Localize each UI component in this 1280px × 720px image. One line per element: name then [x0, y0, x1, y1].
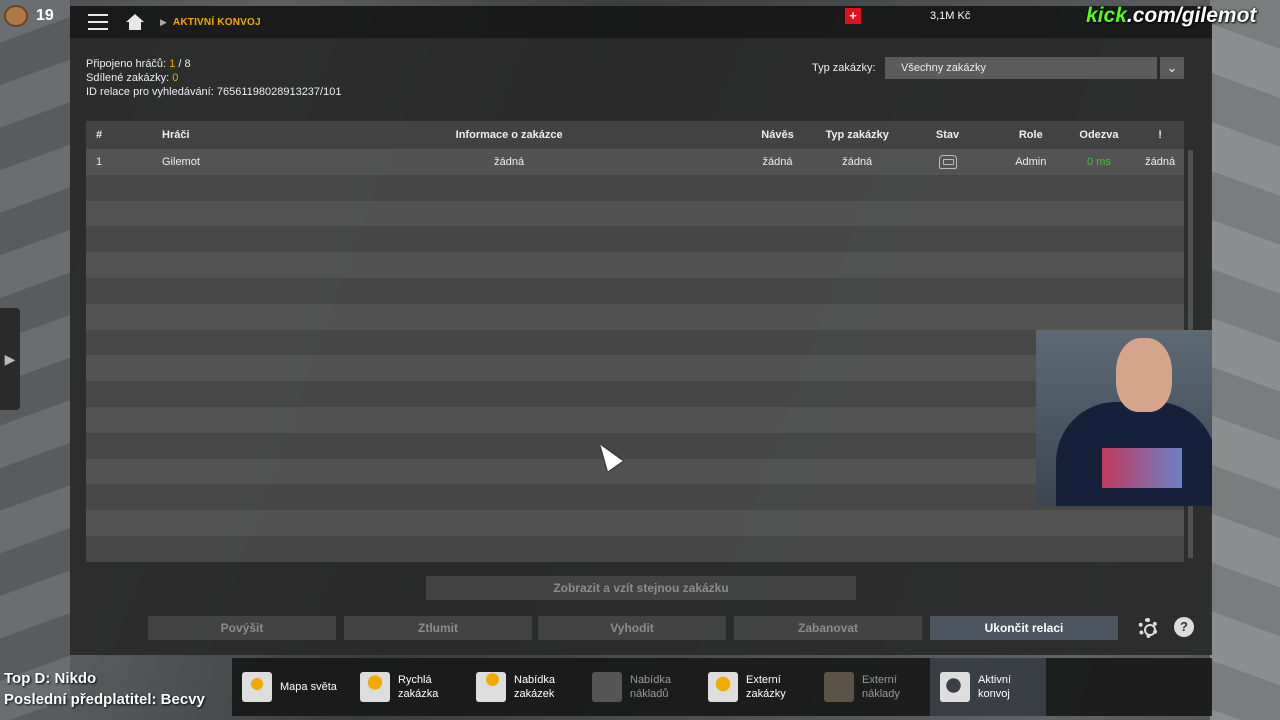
header-job-type[interactable]: Typ zakázky	[819, 121, 895, 149]
gear-icon[interactable]	[1138, 618, 1158, 638]
table-row[interactable]: 1 Gilemot žádná žádná žádná Admin 0 ms ž…	[86, 149, 1184, 175]
top-donor: Top D: Nikdo	[4, 670, 97, 687]
mute-button[interactable]: Ztlumit	[344, 616, 532, 640]
hamburger-menu-icon[interactable]	[88, 14, 108, 30]
table-header: # Hráči Informace o zakázce Návěs Typ za…	[86, 121, 1184, 149]
row-job-info: žádná	[494, 155, 525, 168]
background-right	[1210, 0, 1280, 720]
last-subscriber: Poslední předplatitel: Becvy	[4, 691, 205, 708]
table-row-empty	[86, 484, 1184, 511]
table-row-empty	[86, 277, 1184, 304]
stream-overlay-text: Top D: Nikdo Poslední předplatitel: Becv…	[4, 668, 205, 710]
ban-button[interactable]: Zabanovat	[734, 616, 922, 640]
swiss-flag-icon: +	[845, 8, 861, 24]
row-player: Gilemot	[162, 155, 200, 168]
bottom-nav-bar: Mapa světa Rychlá zakázka Nabídka zakázek …	[232, 658, 1212, 716]
clock-icon	[360, 672, 390, 702]
row-trailer: žádná	[762, 155, 793, 168]
map-pin-icon	[242, 672, 272, 702]
job-type-label: Typ zakázky:	[812, 62, 876, 74]
header-exclamation[interactable]: !	[1136, 121, 1184, 149]
header-ping[interactable]: Odezva	[1062, 121, 1136, 149]
viewer-count-value: 19	[36, 7, 54, 24]
globe-cargo-icon	[824, 672, 854, 702]
cargo-icon	[592, 672, 622, 702]
row-ping: 0 ms	[1087, 155, 1111, 168]
table-row-empty	[86, 458, 1184, 485]
breadcrumb-arrow-icon: ▶	[160, 16, 167, 27]
players-table: # Hráči Informace o zakázce Návěs Typ za…	[86, 121, 1184, 562]
bear-icon	[4, 5, 28, 27]
session-info: Připojeno hráčů: 1 / 8 Sdílené zakázky: …	[86, 58, 342, 98]
header-status[interactable]: Stav	[895, 121, 1000, 149]
streamer-head	[1116, 338, 1172, 412]
globe-icon	[708, 672, 738, 702]
home-icon[interactable]	[126, 14, 144, 30]
table-row-empty	[86, 329, 1184, 356]
row-role: Admin	[1015, 155, 1047, 168]
row-exclamation: žádná	[1145, 155, 1176, 168]
table-row-empty	[86, 226, 1184, 253]
row-job-type: žádná	[842, 155, 873, 168]
end-session-button[interactable]: Ukončit relaci	[930, 616, 1118, 640]
shared-count: 0	[172, 72, 179, 84]
top-header: ▶ AKTIVNÍ KONVOJ	[70, 6, 1212, 38]
help-icon[interactable]: ?	[1174, 617, 1194, 637]
viewer-count: 19	[4, 5, 54, 27]
webcam-overlay	[1036, 330, 1212, 506]
promote-button[interactable]: Povýšit	[148, 616, 336, 640]
crates-icon	[476, 672, 506, 702]
nav-external-jobs[interactable]: Externí zakázky	[708, 658, 818, 716]
table-row-empty	[86, 355, 1184, 382]
chevron-down-icon[interactable]: ⌄	[1160, 57, 1184, 79]
nav-cargo-market[interactable]: Nabídka nákladů	[592, 658, 702, 716]
side-expand-tab[interactable]: ▶	[0, 308, 20, 410]
shirt-print	[1102, 448, 1182, 488]
header-num[interactable]: #	[86, 121, 158, 149]
take-same-job-button[interactable]: Zobrazit a vzít stejnou zakázku	[426, 576, 856, 600]
table-row-empty	[86, 510, 1184, 536]
table-row-empty	[86, 252, 1184, 278]
table-row-empty	[86, 174, 1184, 201]
kick-button[interactable]: Vyhodit	[538, 616, 726, 640]
table-row-empty	[86, 381, 1184, 407]
header-job-info[interactable]: Informace o zakázce	[282, 121, 735, 149]
row-num: 1	[96, 155, 103, 168]
table-row-empty	[86, 303, 1184, 330]
table-row-empty	[86, 200, 1184, 227]
nav-active-convoy[interactable]: Aktivní konvoj	[930, 658, 1046, 716]
row-status	[895, 149, 1000, 175]
nav-quick-job[interactable]: Rychlá zakázka	[360, 658, 470, 716]
chevron-right-icon: ▶	[4, 350, 16, 367]
money-balance: 3,1M Kč	[930, 10, 971, 22]
nav-world-map[interactable]: Mapa světa	[242, 658, 354, 716]
table-row-empty	[86, 535, 1184, 562]
nav-external-cargo[interactable]: Externí náklady	[824, 658, 934, 716]
session-id: 76561198028913237/101	[216, 86, 342, 98]
header-trailer[interactable]: Návěs	[736, 121, 819, 149]
table-row-empty	[86, 432, 1184, 459]
table-row-empty	[86, 406, 1184, 433]
header-player[interactable]: Hráči	[158, 121, 282, 149]
stream-watermark: kick.com/gilemot	[1086, 4, 1257, 27]
breadcrumb: AKTIVNÍ KONVOJ	[172, 16, 261, 28]
truck-icon	[938, 154, 957, 169]
connected-count: 1	[169, 58, 176, 70]
convoy-search-icon	[940, 672, 970, 702]
nav-job-offers[interactable]: Nabídka zakázek	[476, 658, 586, 716]
job-type-select[interactable]: Všechny zakázky	[885, 57, 1157, 79]
header-role[interactable]: Role	[1000, 121, 1062, 149]
